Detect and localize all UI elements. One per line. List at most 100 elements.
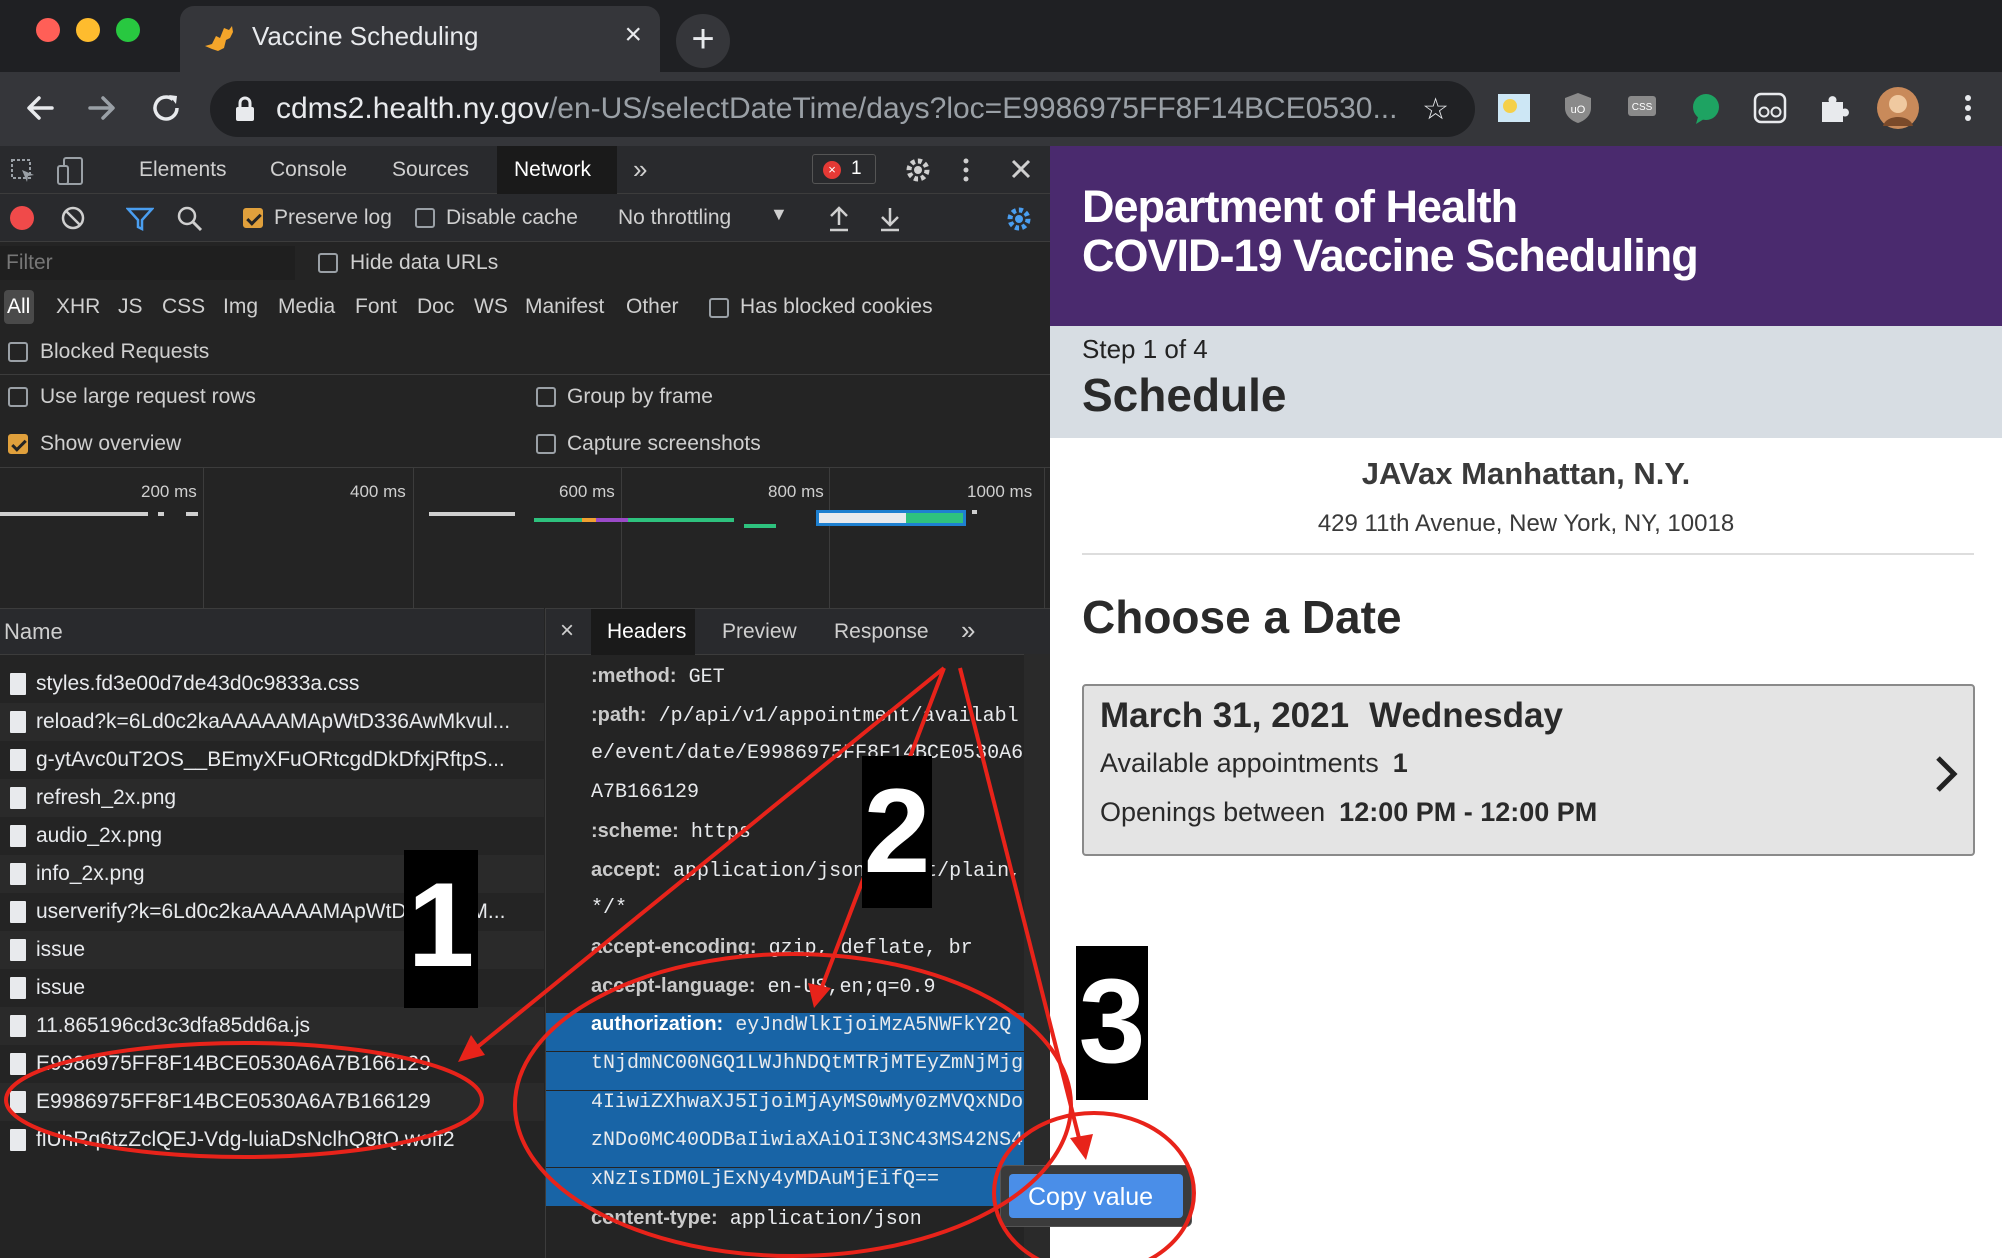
back-arrow-icon[interactable] [22,90,58,126]
bookmark-star-icon[interactable]: ☆ [1422,92,1449,127]
lock-icon[interactable] [234,96,256,122]
request-row[interactable]: 11.865196cd3c3dfa85dd6a.js [0,1007,544,1045]
details-tab-bar: × Headers Preview Response » [546,609,1051,655]
request-header-line[interactable]: :path: /p/api/v1/appointment/availabl [546,704,1026,742]
devtools-close-icon[interactable] [1008,156,1034,182]
request-header-line[interactable]: authorization: eyJndWlkIjoiMzA5NWFkY2Q [546,1013,1026,1052]
request-header-line[interactable]: tNjdmNC00NGQ1LWJhNDQtMTRjMTEyZmNjMjg [546,1052,1026,1090]
request-header-line[interactable]: zNDo0MC40ODBaIiwiaXAiOiI3NC43MS42NS4 [546,1129,1026,1168]
request-header-line[interactable]: :scheme: https [546,820,1026,858]
error-count-badge[interactable]: × 1 [812,154,876,184]
more-tabs-chevron-icon[interactable]: » [633,154,647,185]
type-filter-js[interactable]: JS [118,295,143,319]
type-filter-media[interactable]: Media [278,295,335,319]
preserve-log-checkbox[interactable] [243,208,263,228]
inspect-element-icon[interactable] [10,158,36,184]
device-toolbar-icon[interactable] [56,156,84,186]
type-filter-img[interactable]: Img [223,295,258,319]
settings-gear-icon[interactable] [904,156,932,184]
devtools-more-icon[interactable] [958,156,974,184]
copy-value-menu-item[interactable]: Copy value [1009,1174,1183,1218]
tab-elements[interactable]: Elements [139,158,227,182]
css-extension-icon[interactable]: CSS [1624,90,1660,126]
type-filter-ws[interactable]: WS [474,295,508,319]
date-text: March 31, 2021 [1100,696,1350,735]
profile-avatar[interactable] [1876,86,1920,130]
group-by-frame-checkbox[interactable] [536,387,556,407]
tab-network[interactable]: Network [497,146,617,194]
chat-bubble-extension-icon[interactable] [1688,90,1724,126]
type-filter-manifest[interactable]: Manifest [525,295,604,319]
request-header-line[interactable]: e/event/date/E9986975FF8F14BCE0530A6 [546,742,1026,780]
address-bar[interactable]: cdms2.health.ny.gov/en-US/selectDateTime… [210,81,1475,137]
type-filter-other[interactable]: Other [626,295,679,319]
details-close-icon[interactable]: × [560,617,574,645]
throttling-dropdown-icon[interactable]: ▼ [770,204,788,225]
request-header-line[interactable]: 4IiwiZXhwaXJ5IjoiMjAyMS0wMy0zMVQxNDo [546,1090,1026,1129]
filter-funnel-icon[interactable] [126,206,154,232]
request-row[interactable]: E9986975FF8F14BCE0530A6A7B166129 [0,1083,544,1121]
disable-cache-checkbox[interactable] [415,208,435,228]
date-option-card[interactable]: March 31, 2021 Wednesday Available appoin… [1082,684,1975,856]
request-header-line[interactable]: accept-language: en-US,en;q=0.9 [546,975,1026,1013]
request-header-line[interactable]: xNzIsIDM0LjExNy4yMDAuMjEifQ== [546,1168,1026,1207]
type-filter-css[interactable]: CSS [162,295,205,319]
type-filter-xhr[interactable]: XHR [56,295,100,319]
request-header-line[interactable]: accept-encoding: gzip, deflate, br [546,936,1026,974]
window-minimize-button[interactable] [76,18,100,42]
name-column-header[interactable]: Name [4,619,63,645]
ublock-shield-icon[interactable]: uO [1560,90,1596,126]
has-blocked-cookies-checkbox[interactable] [709,298,729,318]
import-har-icon[interactable] [826,205,852,233]
weather-extension-icon[interactable] [1496,90,1532,126]
tab-preview[interactable]: Preview [722,620,797,644]
step-label: Step 1 of 4 [1082,334,1208,364]
tab-response[interactable]: Response [834,620,929,644]
capture-screenshots-checkbox[interactable] [536,434,556,454]
network-overview-timeline[interactable]: 200 ms 400 ms 600 ms 800 ms 1000 ms [0,468,1050,608]
tab-close-icon[interactable]: × [624,20,642,50]
overview-bar [596,518,628,522]
window-close-button[interactable] [36,18,60,42]
details-more-tabs-chevron-icon[interactable]: » [961,615,975,646]
type-filter-font[interactable]: Font [355,295,397,319]
hide-data-urls-checkbox[interactable] [318,253,338,273]
request-row[interactable]: E9986975FF8F14BCE0530A6A7B166129 [0,1045,544,1083]
request-header-line[interactable]: content-type: application/json [546,1207,1026,1245]
throttling-select[interactable]: No throttling [618,206,731,230]
type-filter-all[interactable]: All [4,290,34,324]
request-header-line[interactable]: :method: GET [546,665,1026,703]
header-value: https [690,820,751,844]
browser-menu-icon[interactable] [1950,90,1986,126]
export-har-icon[interactable] [877,205,903,233]
new-tab-button[interactable]: + [676,14,730,68]
reader-glasses-extension-icon[interactable] [1752,90,1788,126]
tab-headers[interactable]: Headers [591,609,695,655]
request-header-line[interactable]: A7B166129 [546,781,1026,819]
network-settings-gear-icon[interactable] [1005,205,1033,233]
extensions-puzzle-icon[interactable] [1816,90,1852,126]
record-icon[interactable] [10,206,34,230]
large-rows-checkbox[interactable] [8,387,28,407]
browser-toolbar: cdms2.health.ny.gov/en-US/selectDateTime… [0,72,2002,146]
forward-arrow-icon[interactable] [84,90,120,126]
request-row[interactable]: flUhRq6tzZclQEJ-Vdg-luiaDsNclhQ8tQ.woff2 [0,1121,544,1159]
request-row[interactable]: refresh_2x.png [0,779,544,817]
request-header-line[interactable]: accept: application/json, text/plain, [546,859,1026,897]
tab-console[interactable]: Console [270,158,347,182]
request-row[interactable]: g-ytAvc0uT2OS__BEmyXFuORtcgdDkDfxjRftpS.… [0,741,544,779]
filter-input[interactable]: Filter [0,246,295,280]
search-icon[interactable] [176,205,204,233]
blocked-requests-checkbox[interactable] [8,342,28,362]
type-filter-doc[interactable]: Doc [417,295,454,319]
request-row[interactable]: styles.fd3e00d7de43d0c9833a.css [0,665,544,703]
request-row[interactable]: reload?k=6Ld0c2kaAAAAAMApWtD336AwMkvul..… [0,703,544,741]
header-key: authorization: [591,1013,724,1036]
browser-tab[interactable]: Vaccine Scheduling × [180,6,660,72]
reload-icon[interactable] [148,90,184,126]
show-overview-checkbox[interactable] [8,434,28,454]
clear-icon[interactable] [60,205,86,231]
request-header-line[interactable]: */* [546,897,1026,935]
tab-sources[interactable]: Sources [392,158,469,182]
window-maximize-button[interactable] [116,18,140,42]
